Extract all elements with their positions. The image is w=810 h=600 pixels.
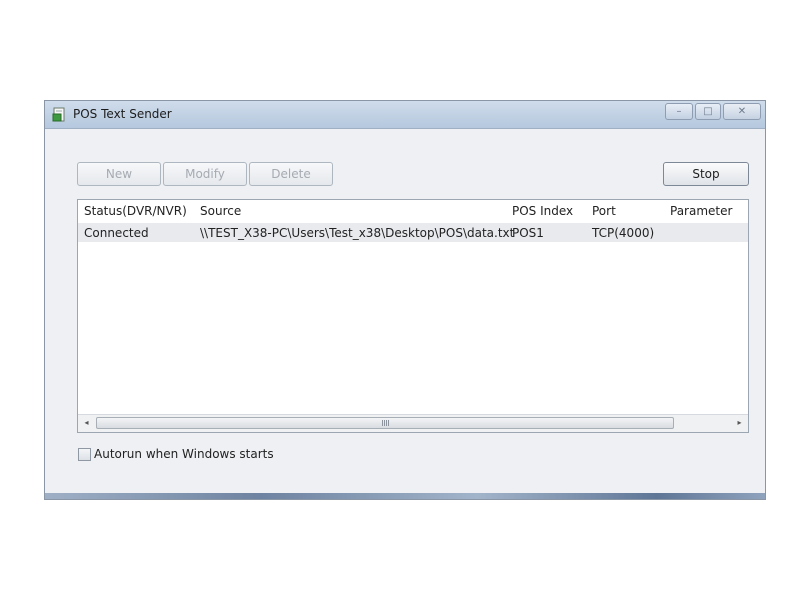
scrollbar-thumb[interactable] [96,417,674,429]
column-header-pos-index[interactable]: POS Index [512,204,573,218]
delete-button[interactable]: Delete [249,162,333,186]
minimize-button[interactable]: – [665,103,693,120]
column-header-parameter[interactable]: Parameter [670,204,732,218]
taskbar-strip [45,493,765,499]
column-header-source[interactable]: Source [200,204,241,218]
app-document-icon [52,107,67,122]
list-item[interactable]: Connected \\TEST_X38-PC\Users\Test_x38\D… [78,223,748,242]
horizontal-scrollbar[interactable]: ◂ ▸ [78,414,748,432]
maximize-button[interactable]: □ [695,103,721,120]
list-header: Status(DVR/NVR) Source POS Index Port Pa… [78,200,748,223]
column-header-port[interactable]: Port [592,204,616,218]
window-title: POS Text Sender [73,107,172,121]
new-button[interactable]: New [77,162,161,186]
pos-list[interactable]: Status(DVR/NVR) Source POS Index Port Pa… [77,199,749,433]
title-bar[interactable]: POS Text Sender – □ ✕ [45,101,765,129]
column-header-status[interactable]: Status(DVR/NVR) [84,204,187,218]
grip-icon [382,420,390,426]
cell-port: TCP(4000) [592,226,655,240]
close-button[interactable]: ✕ [723,103,761,120]
modify-button[interactable]: Modify [163,162,247,186]
window-content: New Modify Delete Stop Status(DVR/NVR) S… [45,129,765,493]
autorun-label[interactable]: Autorun when Windows starts [94,447,274,461]
cell-status: Connected [84,226,149,240]
cell-pos-index: POS1 [512,226,544,240]
scroll-left-icon[interactable]: ◂ [78,415,95,431]
pos-text-sender-window: POS Text Sender – □ ✕ New Modify Delete … [44,100,766,500]
scroll-right-icon[interactable]: ▸ [731,415,748,431]
autorun-checkbox[interactable] [78,448,91,461]
stop-button[interactable]: Stop [663,162,749,186]
cell-source: \\TEST_X38-PC\Users\Test_x38\Desktop\POS… [200,226,515,240]
